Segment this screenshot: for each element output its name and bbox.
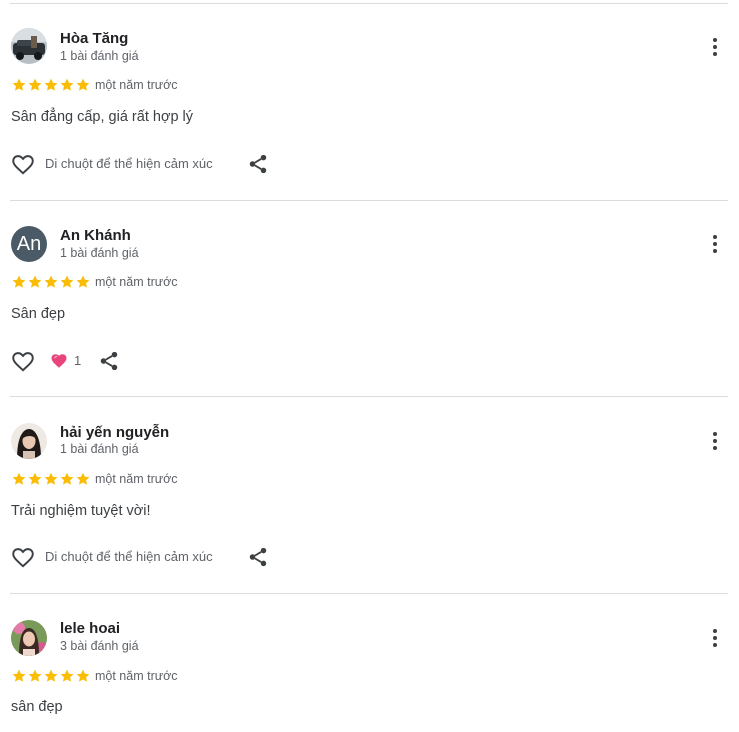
more-options-icon[interactable] [703, 35, 727, 59]
reaction-count: 1 [74, 353, 82, 368]
reviewer-avatar[interactable]: An [11, 226, 47, 262]
reviewer-avatar[interactable] [11, 620, 47, 656]
star-icon [28, 472, 42, 485]
reaction-hint: Di chuột để thể hiện cảm xúc [45, 549, 213, 564]
reviewer-avatar[interactable] [11, 423, 47, 459]
review-divider [10, 200, 728, 201]
review-time: một năm trước [95, 275, 178, 289]
review-time: một năm trước [95, 472, 178, 486]
more-options-icon[interactable] [703, 429, 727, 453]
top-divider [10, 3, 728, 4]
reviewer-name[interactable]: Hòa Tăng [60, 30, 128, 47]
star-rating [11, 668, 91, 684]
star-icon [44, 78, 58, 91]
review-text: Trải nghiệm tuyệt vời! [11, 503, 151, 519]
like-heart-icon[interactable] [10, 544, 36, 570]
reviewer-review-count: 1 bài đánh giá [60, 246, 139, 260]
review-text: Sân đẹp [11, 306, 66, 322]
review-text: Sân đẳng cấp, giá rất hợp lý [11, 109, 194, 125]
like-heart-icon[interactable] [10, 348, 36, 374]
reviewer-review-count: 1 bài đánh giá [60, 442, 139, 456]
star-icon [28, 275, 42, 288]
reviewer-name[interactable]: lele hoai [60, 620, 120, 637]
share-icon[interactable] [247, 546, 269, 568]
review-time: một năm trước [95, 669, 178, 683]
review-time: một năm trước [95, 78, 178, 92]
reviewer-review-count: 3 bài đánh giá [60, 639, 139, 653]
star-icon [60, 669, 74, 682]
review-text: sân đẹp [11, 699, 63, 715]
reviewer-avatar[interactable] [11, 28, 47, 64]
star-rating [11, 77, 91, 93]
reaction-hint: Di chuột để thể hiện cảm xúc [45, 156, 213, 171]
star-icon [76, 78, 90, 91]
star-rating [11, 274, 91, 290]
star-icon [28, 78, 42, 91]
star-icon [60, 275, 74, 288]
star-icon [76, 275, 90, 288]
star-icon [44, 275, 58, 288]
reviewer-review-count: 1 bài đánh giá [60, 49, 139, 63]
more-options-icon[interactable] [703, 626, 727, 650]
star-rating [11, 471, 91, 487]
reviewer-name[interactable]: hải yến nguyễn [60, 424, 169, 441]
share-icon[interactable] [98, 350, 120, 372]
star-icon [12, 472, 26, 485]
star-icon [60, 472, 74, 485]
heart-reaction-icon[interactable] [50, 352, 68, 370]
star-icon [44, 669, 58, 682]
star-icon [76, 669, 90, 682]
star-icon [44, 472, 58, 485]
star-icon [12, 78, 26, 91]
like-heart-icon[interactable] [10, 151, 36, 177]
star-icon [12, 669, 26, 682]
review-divider [10, 593, 728, 594]
more-options-icon[interactable] [703, 232, 727, 256]
star-icon [76, 472, 90, 485]
share-icon[interactable] [247, 153, 269, 175]
star-icon [12, 275, 26, 288]
star-icon [28, 669, 42, 682]
star-icon [60, 78, 74, 91]
review-divider [10, 396, 728, 397]
reviewer-name[interactable]: An Khánh [60, 227, 131, 244]
